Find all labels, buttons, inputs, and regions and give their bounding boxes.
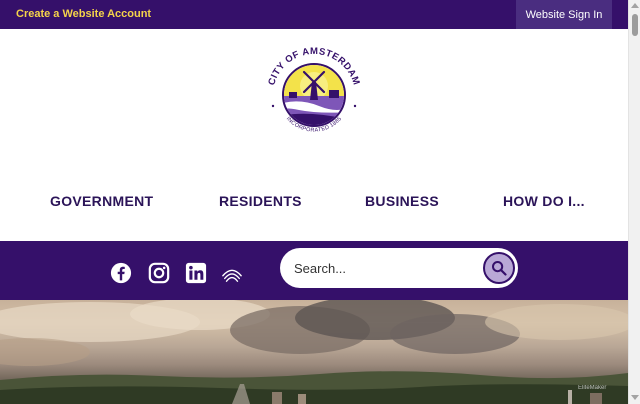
search-button[interactable] xyxy=(483,252,515,284)
search-box xyxy=(280,248,518,288)
hero-image xyxy=(0,300,628,404)
scroll-up-arrow-icon[interactable] xyxy=(631,3,639,8)
nav-item-business[interactable]: BUSINESS xyxy=(365,193,439,209)
search-input[interactable] xyxy=(294,258,474,278)
scroll-down-arrow-icon[interactable] xyxy=(631,395,639,400)
city-seal-logo[interactable]: CITY OF AMSTERDAM INCORPORATED 1885 xyxy=(259,40,369,150)
vertical-scrollbar[interactable] xyxy=(628,0,640,404)
nav-item-how-do-i[interactable]: HOW DO I... xyxy=(503,193,585,209)
hero-landscape-photo xyxy=(0,300,628,404)
waves-icon[interactable] xyxy=(221,262,243,284)
top-bar: Create a Website Account Website Sign In xyxy=(0,0,628,29)
nav-item-residents[interactable]: RESIDENTS xyxy=(219,193,302,209)
search-icon xyxy=(492,261,507,276)
sign-in-button[interactable]: Website Sign In xyxy=(516,0,612,29)
linkedin-icon[interactable] xyxy=(185,262,207,284)
photo-credit: EliteMaker xyxy=(578,385,607,391)
facebook-icon[interactable] xyxy=(110,262,132,284)
instagram-icon[interactable] xyxy=(148,262,170,284)
create-account-link[interactable]: Create a Website Account xyxy=(16,8,151,20)
scroll-thumb[interactable] xyxy=(632,14,638,36)
nav-item-government[interactable]: GOVERNMENT xyxy=(50,193,153,209)
